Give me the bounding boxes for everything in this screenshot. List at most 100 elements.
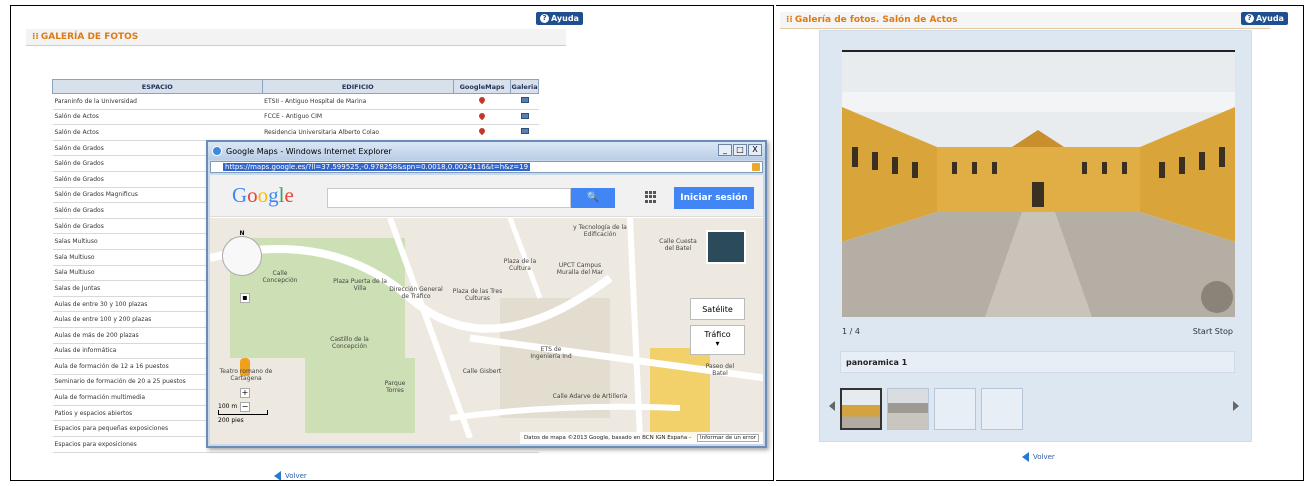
compass-north: N [239,230,245,237]
thumbnail[interactable] [887,388,929,430]
scale-feet: 200 pies [218,417,244,424]
cell-googlemaps [453,124,511,141]
slideshow-controls[interactable]: Start Stop [1193,327,1233,336]
map-canvas[interactable]: N ▪ + − Satélite Tráfico ▾ Dirección Gene… [210,218,763,444]
map-pin-icon[interactable] [477,111,487,121]
next-arrow-icon[interactable] [1233,401,1239,411]
cell-espacio: Salón de Actos [52,109,263,126]
traffic-button[interactable]: Tráfico ▾ [690,325,745,355]
map-label: Calle Gisbert [462,368,502,375]
satellite-button[interactable]: Satélite [690,298,745,320]
back-arrow-icon [274,471,281,480]
gallery-icon[interactable] [520,128,529,135]
maximize-button[interactable]: □ [733,144,747,156]
photo-caption: panoramica 1 [840,351,1235,373]
map-label: y Tecnología de la Edificación [573,224,627,238]
report-error-link[interactable]: Informar de un error [697,434,759,442]
col-header-edificio[interactable]: EDIFICIO [261,79,454,94]
map-label: Plaza de la Cultura [503,258,537,272]
google-logo[interactable]: Google [232,183,294,208]
close-button[interactable]: X [748,144,762,156]
col-header-googlemaps[interactable]: GoogleMaps [452,79,512,94]
map-attribution: Datos de mapa ©2013 Google, basado en BC… [519,432,763,444]
map-label: Dirección General de Tráfico [389,286,443,300]
back-label: Volver [285,472,307,480]
gm-header: Google 🔍 Iniciar sesión [210,175,763,217]
map-label: Calle Concepción [262,270,298,284]
table-row: Salón de Actos Residencia Universitaria A… [52,124,539,141]
gallery-title: ⁝⁝ Galería de fotos. Salón de Actos [780,12,1270,29]
map-label: Plaza de las Tres Culturas [452,288,503,302]
attribution-text: Datos de mapa ©2013 Google, basado en BC… [523,435,692,441]
main-photo[interactable] [842,50,1235,317]
gallery-icon[interactable] [520,97,529,104]
table-row: Salón de Actos FCCE - Antiguo CIM [52,109,539,126]
cell-espacio: Paraninfo de la Universidad [52,93,263,110]
left-panel: ? Ayuda ⁝⁝ GALERÍA DE FOTOS ESPACIO EDIFI… [10,5,774,481]
lock-icon [752,163,760,171]
thumbnail[interactable] [840,388,882,430]
map-scale: 100 m 200 pies [218,403,268,424]
map-pin-icon[interactable] [477,127,487,136]
page-title: ⁝⁝ GALERÍA DE FOTOS [26,29,566,46]
address-bar[interactable]: https://maps.google.es/?ll=37.599525,-0.… [210,161,763,173]
cell-googlemaps [453,109,511,126]
gallery-title-text: Galería de fotos. Salón de Actos [794,15,958,25]
thumbnail-strip [840,386,1235,432]
page-title-text: GALERÍA DE FOTOS [40,32,139,42]
photo-counter: 1 / 4 [842,327,860,336]
map-label: ETS de Ingeniería Ind [530,346,572,360]
back-label: Volver [1033,453,1055,461]
cell-edificio: Residencia Universitaria Alberto Colao [262,124,454,141]
help-label: Ayuda [1256,14,1284,23]
zoom-button[interactable]: ▪ [240,293,250,303]
grip-icon: ⁝⁝ [786,15,793,25]
help-label: Ayuda [551,14,579,23]
map-label: Calle Cuesta del Batel [659,238,697,252]
help-button[interactable]: ? Ayuda [1241,12,1288,25]
cell-galeria [510,93,539,110]
satellite-thumbnail[interactable] [706,230,746,264]
ie-icon [212,146,222,156]
pan-control[interactable]: N [222,230,262,276]
back-arrow-icon [1022,452,1029,462]
help-button[interactable]: ? Ayuda [536,12,583,25]
prev-arrow-icon[interactable] [829,401,835,411]
chevron-down-icon: ▾ [715,339,720,348]
right-panel: ⁝⁝ Galería de fotos. Salón de Actos ? Ayu… [776,5,1304,481]
col-header-espacio[interactable]: ESPACIO [52,79,263,94]
search-button[interactable]: 🔍 [571,188,615,208]
cell-edificio: FCCE - Antiguo CIM [262,109,454,126]
gallery-icon[interactable] [520,112,529,119]
help-icon: ? [540,14,549,23]
back-link[interactable]: Volver [1022,452,1055,462]
map-label: Parque Torres [384,380,406,394]
thumbnail[interactable] [981,388,1023,430]
url-text: https://maps.google.es/?ll=37.599525,-0.… [223,163,531,171]
map-pin-icon[interactable] [477,96,487,105]
col-header-galeria[interactable]: Galeria [510,79,539,94]
map-search-input[interactable] [327,188,571,208]
apps-icon[interactable] [645,191,657,203]
map-label: UPCT Campus Muralla del Mar [556,262,604,276]
courtyard-photo [842,52,1235,317]
signin-button[interactable]: Iniciar sesión [674,187,754,209]
window-titlebar[interactable]: Google Maps - Windows Internet Explorer … [208,142,765,160]
cell-googlemaps [453,93,511,110]
table-row: Paraninfo de la Universidad ETSII - Antig… [52,93,539,110]
google-maps-page: Google 🔍 Iniciar sesión N ▪ + − Satélite… [210,175,763,444]
zoom-in-button[interactable]: + [240,388,250,398]
map-label: Teatro romano de Cartagena [219,368,273,382]
minimize-button[interactable]: _ [718,144,732,156]
scale-meters: 100 m [218,403,238,410]
map-label: Castillo de la Concepción [330,336,369,350]
back-link[interactable]: Volver [274,471,307,480]
grip-icon: ⁝⁝ [32,32,39,42]
ie-window: Google Maps - Windows Internet Explorer … [206,140,767,448]
cell-edificio: ETSII - Antiguo Hospital de Marina [262,93,454,110]
map-label: Plaza Puerta de la Villa [333,278,387,292]
cell-espacio: Salón de Actos [52,124,263,141]
map-label: Calle Adarve de Artillería [552,393,628,400]
cell-galeria [510,124,539,141]
thumbnail[interactable] [934,388,976,430]
